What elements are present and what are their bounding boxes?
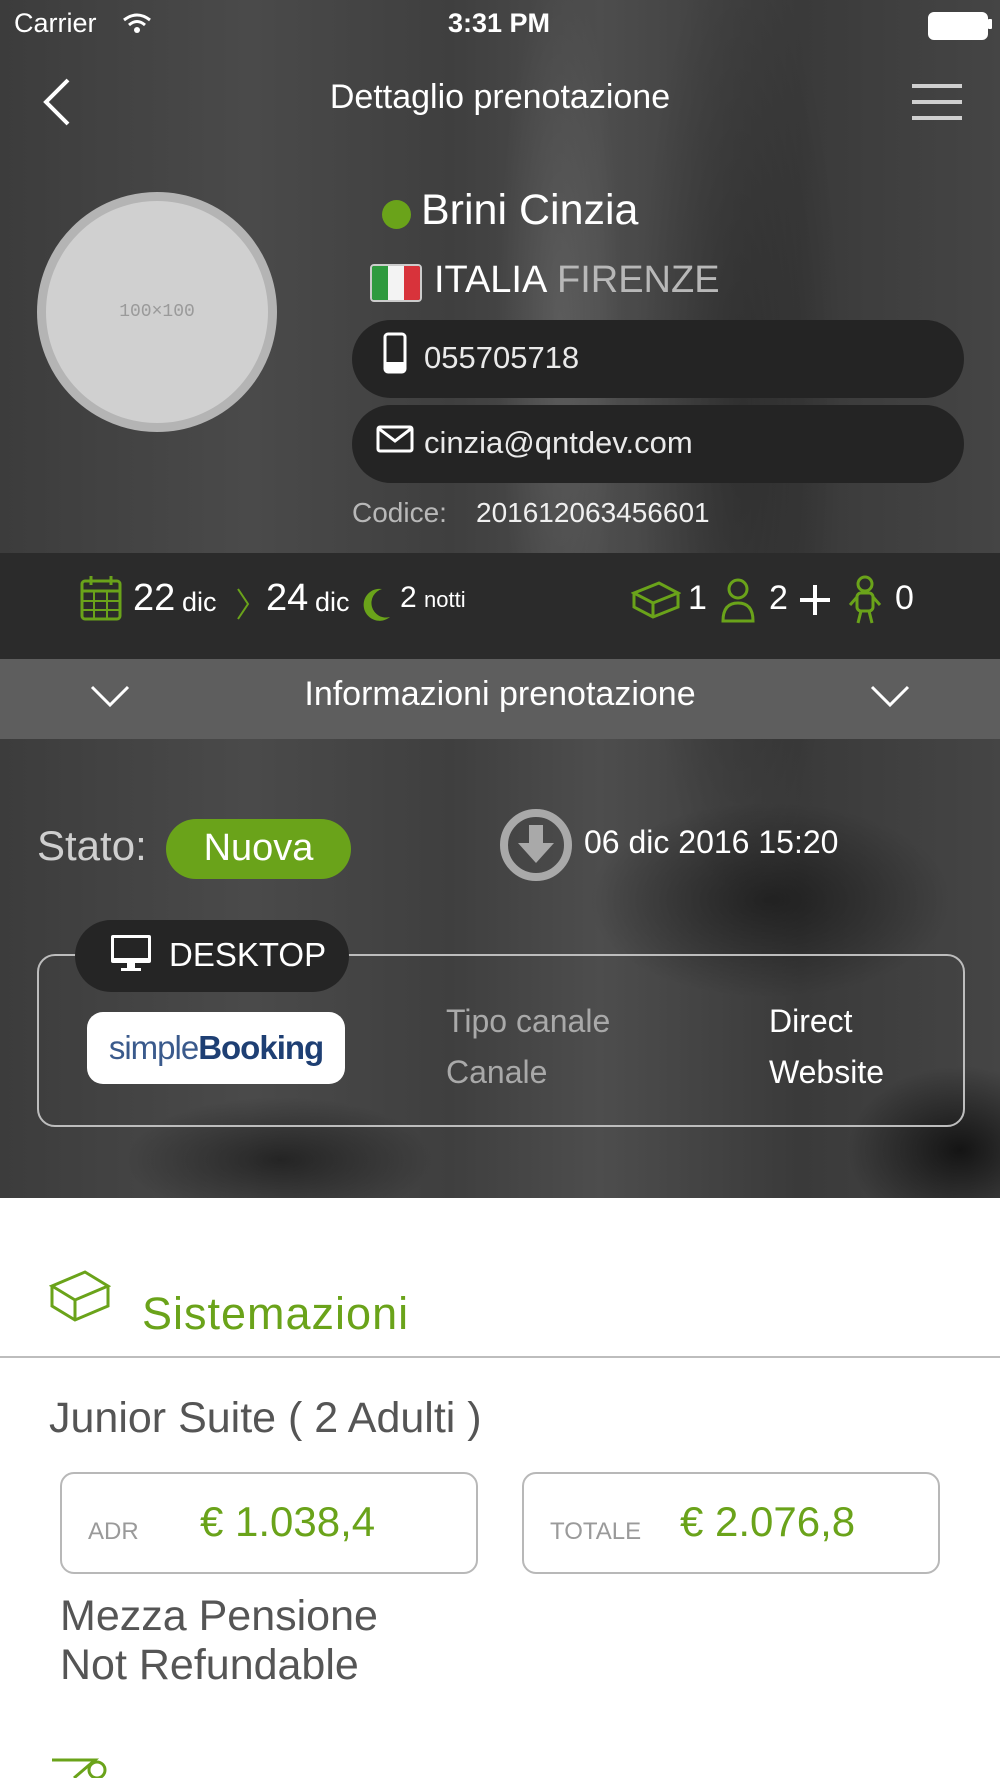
adults-count: 2 <box>769 579 788 617</box>
bed-icon <box>49 1270 111 1322</box>
simplebooking-logo: simpleBooking <box>87 1012 345 1084</box>
carrier-label: Carrier <box>14 8 97 38</box>
stay-summary-bar: 22 dic 24 dic 2 notti 1 2 0 <box>0 553 1000 659</box>
checkout-month: dic <box>315 587 350 617</box>
guest-city: FIRENZE <box>557 259 720 301</box>
children-count: 0 <box>895 579 914 617</box>
guest-name: Brini Cinzia <box>421 186 639 234</box>
rooms-count: 1 <box>688 579 707 617</box>
adr-label: ADR <box>88 1518 139 1545</box>
adr-box: ADR € 1.038,4 <box>60 1472 478 1574</box>
status-badge: Nuova <box>166 819 351 879</box>
email-pill[interactable]: cinzia@qntdev.com <box>352 405 964 483</box>
device-tag: DESKTOP <box>75 920 349 992</box>
status-label: Stato: <box>37 822 147 869</box>
chevron-down-icon <box>870 685 910 708</box>
adr-value: € 1.038,4 <box>200 1498 376 1545</box>
status-dot <box>382 200 411 229</box>
download-datetime: 06 dic 2016 15:20 <box>584 824 839 860</box>
refund-policy: Not Refundable <box>60 1641 359 1689</box>
page-title: Dettaglio prenotazione <box>329 78 671 116</box>
logo-simple: simple <box>108 1029 199 1066</box>
phone-number: 055705718 <box>424 340 580 375</box>
channel-value: Website <box>769 1054 885 1090</box>
channel-label: Canale <box>446 1054 548 1090</box>
cocktail-icon <box>52 1758 107 1778</box>
section-divider <box>0 1356 1000 1358</box>
envelope-icon <box>376 425 414 453</box>
checkin-day: 22 <box>133 577 176 619</box>
room-name: Junior Suite ( 2 Adulti ) <box>49 1394 482 1442</box>
plus-icon <box>800 585 830 615</box>
total-box: TOTALE € 2.076,8 <box>522 1472 940 1574</box>
device-label: DESKTOP <box>169 936 327 973</box>
avatar-placeholder-label: 100×100 <box>119 302 195 322</box>
board-type: Mezza Pensione <box>60 1592 378 1640</box>
battery-tip <box>988 19 992 29</box>
total-value: € 2.076,8 <box>680 1498 856 1545</box>
desktop-monitor-icon <box>111 935 151 971</box>
nights-label: notti <box>424 587 466 612</box>
moon-icon <box>363 588 390 621</box>
adult-icon <box>721 578 755 623</box>
battery-icon <box>928 12 988 40</box>
clock: 3:31 PM <box>448 8 551 38</box>
checkout-day: 24 <box>266 577 309 619</box>
bed-icon <box>631 581 681 619</box>
child-icon <box>848 575 882 624</box>
channel-type-label: Tipo canale <box>446 1003 611 1039</box>
total-label: TOTALE <box>550 1518 642 1545</box>
wifi-icon <box>123 13 151 33</box>
section-title: Sistemazioni <box>142 1288 410 1339</box>
hamburger-menu-icon[interactable] <box>912 82 962 122</box>
italy-flag-icon <box>370 264 422 302</box>
checkin-month: dic <box>182 587 217 617</box>
guest-country: ITALIA <box>434 259 548 301</box>
nights-count: 2 <box>400 581 417 614</box>
booking-info-toggle[interactable]: Informazioni prenotazione <box>0 659 1000 739</box>
email-address: cinzia@qntdev.com <box>424 425 693 460</box>
calendar-icon <box>80 576 122 621</box>
logo-booking: Booking <box>198 1029 324 1066</box>
arrow-right-icon <box>237 588 250 620</box>
code-value: 201612063456601 <box>476 497 710 528</box>
booking-info-label: Informazioni prenotazione <box>304 675 696 713</box>
channel-type-value: Direct <box>769 1003 853 1039</box>
code-label: Codice: <box>352 497 447 528</box>
phone-pill[interactable]: 055705718 <box>352 320 964 398</box>
smartphone-icon <box>383 332 407 374</box>
download-icon <box>500 809 572 881</box>
avatar: 100×100 <box>37 192 277 432</box>
